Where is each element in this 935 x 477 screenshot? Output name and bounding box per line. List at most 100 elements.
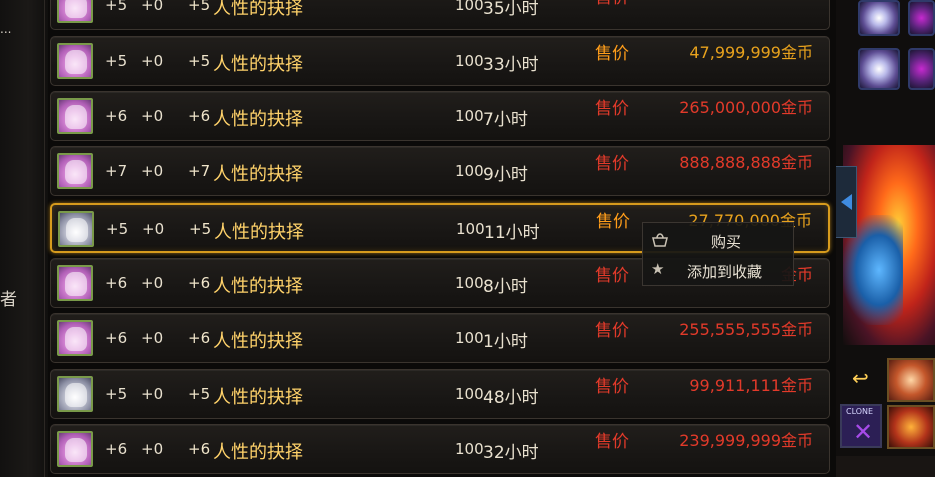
time-remaining: 1小时 bbox=[483, 332, 528, 352]
item-icon[interactable] bbox=[57, 376, 93, 412]
amplify-level: +0 bbox=[141, 329, 164, 347]
amplify-level: +0 bbox=[141, 162, 164, 180]
add-to-favorites-menu-item[interactable]: ★ 添加到收藏 bbox=[643, 255, 793, 285]
listing-row[interactable]: +6 +0 +6 人性的抉择 100 32小时 售价 239,999,999金币 bbox=[50, 424, 830, 474]
skill-slot-4[interactable] bbox=[908, 48, 935, 90]
time-remaining: 8小时 bbox=[483, 277, 528, 297]
amplify-level: +0 bbox=[141, 385, 164, 403]
upgrade-level: +6 bbox=[105, 107, 128, 125]
clone-slot[interactable]: CLONE ✕ bbox=[840, 404, 882, 448]
item-icon[interactable] bbox=[57, 431, 93, 467]
expand-panel-tab[interactable] bbox=[836, 166, 857, 238]
price-value: 239,999,999金币 bbox=[679, 431, 813, 450]
star-icon: ★ bbox=[651, 260, 665, 278]
reinforce-level: +6 bbox=[188, 274, 211, 292]
upgrade-level: +5 bbox=[105, 385, 128, 403]
sale-price-label: 售价 bbox=[595, 321, 629, 341]
left-panel-ellipsis: ... bbox=[0, 22, 12, 36]
reinforce-level: +7 bbox=[188, 162, 211, 180]
amplify-level: +0 bbox=[141, 0, 164, 14]
buy-menu-item[interactable]: 购买 bbox=[643, 225, 793, 255]
listing-row[interactable]: +7 +0 +7 人性的抉择 100 9小时 售价 888,888,888金币 bbox=[50, 146, 830, 196]
upgrade-level: +7 bbox=[105, 162, 128, 180]
reinforce-level: +5 bbox=[188, 52, 211, 70]
item-name: 人性的抉择 bbox=[213, 331, 303, 352]
upgrade-level: +6 bbox=[105, 329, 128, 347]
amplify-level: +0 bbox=[141, 52, 164, 70]
item-glyph bbox=[65, 383, 87, 407]
basket-icon bbox=[651, 231, 669, 247]
item-icon[interactable] bbox=[58, 211, 94, 247]
time-remaining: 35小时 bbox=[483, 0, 539, 19]
reinforce-level: +5 bbox=[188, 0, 211, 14]
listing-row[interactable]: +5+0+5人性的抉择10035小时售价 bbox=[50, 0, 830, 30]
listing-row[interactable]: +5 +0 +5 人性的抉择 100 48小时 售价 99,911,111金币 bbox=[50, 369, 830, 419]
price-value: 265,000,000金币 bbox=[679, 98, 813, 117]
item-quantity: 100 bbox=[455, 274, 484, 292]
clone-x-icon: ✕ bbox=[853, 418, 874, 446]
add-to-favorites-label: 添加到收藏 bbox=[687, 263, 763, 281]
item-icon[interactable] bbox=[57, 0, 93, 23]
item-glyph bbox=[65, 160, 87, 184]
item-quantity: 100 bbox=[455, 162, 484, 180]
item-name: 人性的抉择 bbox=[213, 387, 303, 408]
item-name: 人性的抉择 bbox=[213, 276, 303, 297]
upgrade-level: +6 bbox=[105, 440, 128, 458]
context-menu: 购买 ★ 添加到收藏 bbox=[642, 222, 794, 286]
return-arrow-icon[interactable]: ↩ bbox=[852, 366, 869, 390]
item-icon[interactable] bbox=[57, 98, 93, 134]
item-name: 人性的抉择 bbox=[213, 442, 303, 463]
item-glyph bbox=[65, 438, 87, 462]
time-remaining: 11小时 bbox=[484, 223, 540, 243]
auction-house-screen: ... 者 +5+0+5人性的抉择10035小时售价+5+0+5人性的抉择100… bbox=[0, 0, 935, 477]
price-value: 888,888,888金币 bbox=[679, 153, 813, 172]
right-panel-footer bbox=[836, 456, 935, 477]
sale-price-label: 售价 bbox=[595, 432, 629, 452]
item-name: 人性的抉择 bbox=[214, 222, 304, 243]
sale-price-label: 售价 bbox=[595, 44, 629, 64]
item-quantity: 100 bbox=[456, 220, 485, 238]
sale-price-label: 售价 bbox=[596, 212, 630, 232]
listing-row[interactable]: +6 +0 +6 人性的抉择 100 7小时 售价 265,000,000金币 bbox=[50, 91, 830, 141]
sale-price-label: 售价 bbox=[595, 0, 629, 8]
listing-row[interactable]: +6 +0 +6 人性的抉择 100 1小时 售价 255,555,555金币 bbox=[50, 313, 830, 363]
price-value: 47,999,999金币 bbox=[689, 43, 813, 62]
price-value: 99,911,111金币 bbox=[689, 376, 813, 395]
left-panel-label: 者 bbox=[0, 290, 17, 310]
item-glyph bbox=[65, 0, 87, 18]
amplify-level: +0 bbox=[141, 440, 164, 458]
amplify-level: +0 bbox=[141, 274, 164, 292]
item-name: 人性的抉择 bbox=[213, 109, 303, 130]
amplify-level: +0 bbox=[142, 220, 165, 238]
skill-slot-3[interactable] bbox=[858, 48, 900, 90]
item-quantity: 100 bbox=[455, 52, 484, 70]
item-quantity: 100 bbox=[455, 329, 484, 347]
item-icon[interactable] bbox=[57, 265, 93, 301]
listing-row[interactable]: +5 +0 +5 人性的抉择 100 33小时 售价 47,999,999金币 bbox=[50, 36, 830, 86]
upgrade-level: +5 bbox=[106, 220, 129, 238]
item-glyph bbox=[65, 50, 87, 74]
reinforce-level: +6 bbox=[188, 107, 211, 125]
item-quantity: 100 bbox=[455, 0, 484, 14]
sale-price-label: 售价 bbox=[595, 377, 629, 397]
skill-slot-2[interactable] bbox=[908, 0, 935, 36]
clone-label: CLONE bbox=[846, 407, 874, 416]
left-side-panel: ... 者 bbox=[0, 0, 48, 477]
upgrade-level: +5 bbox=[105, 0, 128, 14]
item-icon[interactable] bbox=[57, 153, 93, 189]
item-name: 人性的抉择 bbox=[213, 164, 303, 185]
character-slot-1[interactable] bbox=[887, 358, 935, 402]
character-slot-2[interactable] bbox=[887, 405, 935, 449]
item-quantity: 100 bbox=[455, 385, 484, 403]
buy-label: 购买 bbox=[711, 233, 742, 251]
amplify-level: +0 bbox=[141, 107, 164, 125]
item-icon[interactable] bbox=[57, 320, 93, 356]
skill-slot-1[interactable] bbox=[858, 0, 900, 36]
item-quantity: 100 bbox=[455, 440, 484, 458]
sale-price-label: 售价 bbox=[595, 154, 629, 174]
price-value: 255,555,555金币 bbox=[679, 320, 813, 339]
item-name: 人性的抉择 bbox=[213, 54, 303, 75]
sale-price-label: 售价 bbox=[595, 99, 629, 119]
item-icon[interactable] bbox=[57, 43, 93, 79]
time-remaining: 32小时 bbox=[483, 443, 539, 463]
